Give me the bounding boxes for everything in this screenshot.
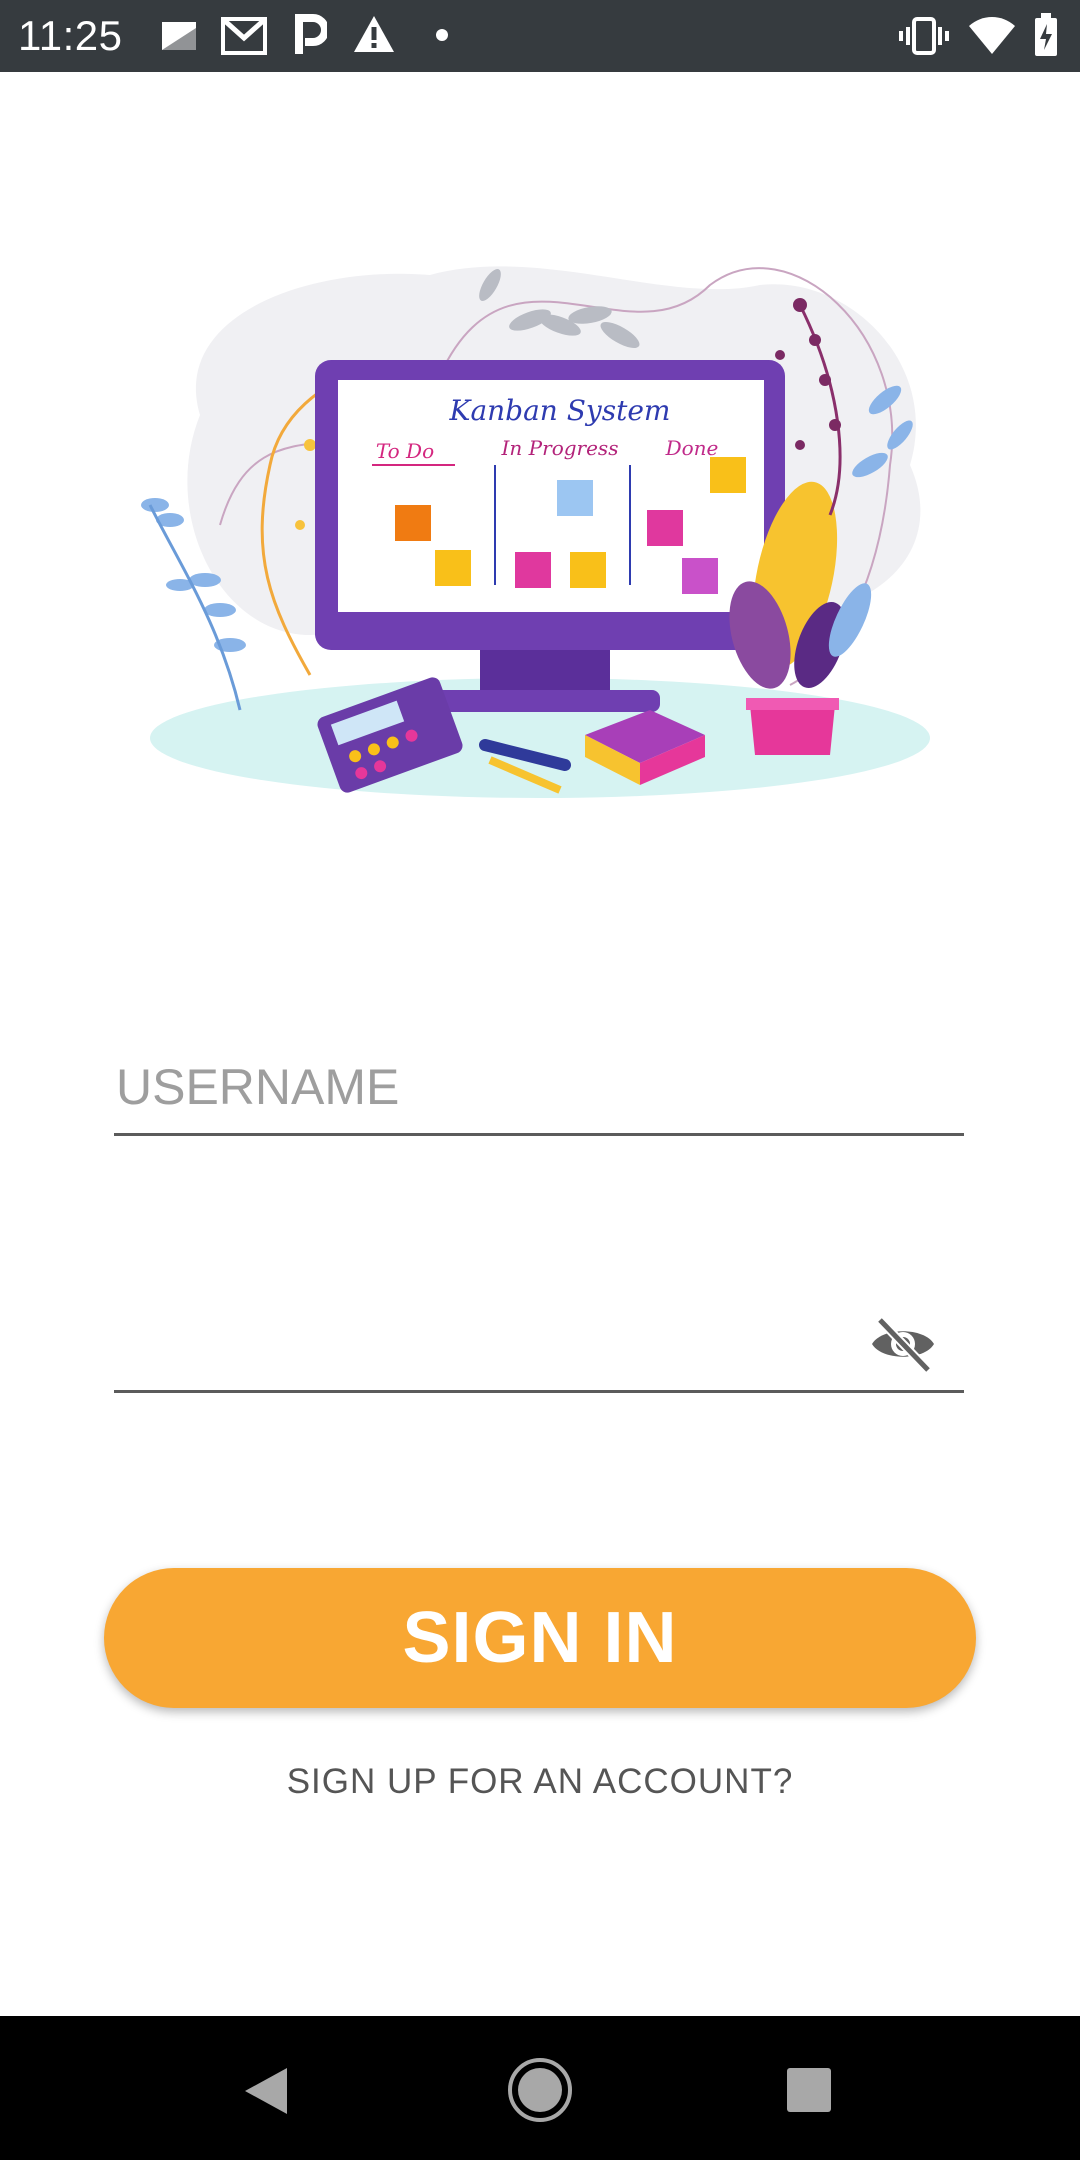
kanban-illustration: Kanban System To Do In Progress Done — [141, 266, 930, 798]
battery-icon — [1035, 13, 1057, 56]
parking-icon — [295, 14, 327, 54]
warning-icon — [354, 16, 394, 52]
vibrate-icon — [899, 17, 949, 55]
visibility-off-icon[interactable] — [868, 1312, 938, 1376]
column-todo: To Do — [376, 439, 434, 463]
status-time: 11:25 — [18, 12, 123, 59]
password-input[interactable] — [114, 1295, 964, 1393]
back-icon[interactable] — [243, 2066, 289, 2116]
recents-icon[interactable] — [786, 2067, 832, 2113]
gmail-icon — [221, 17, 267, 55]
status-bar: 11:25 — [0, 0, 1080, 72]
illustration-title: Kanban System — [449, 394, 671, 427]
navigation-bar — [0, 2016, 1080, 2160]
column-done: Done — [665, 436, 719, 460]
dot-icon — [436, 29, 448, 41]
sign-in-button[interactable]: SIGN IN — [104, 1568, 976, 1708]
notification-icon — [162, 22, 196, 50]
username-input[interactable] — [114, 1040, 964, 1136]
monitor: Kanban System To Do In Progress Done — [315, 360, 785, 712]
wifi-icon — [969, 17, 1015, 54]
sign-up-link[interactable]: SIGN UP FOR AN ACCOUNT? — [0, 1762, 1080, 1802]
home-icon[interactable] — [506, 2056, 574, 2124]
column-in-progress: In Progress — [501, 436, 619, 460]
